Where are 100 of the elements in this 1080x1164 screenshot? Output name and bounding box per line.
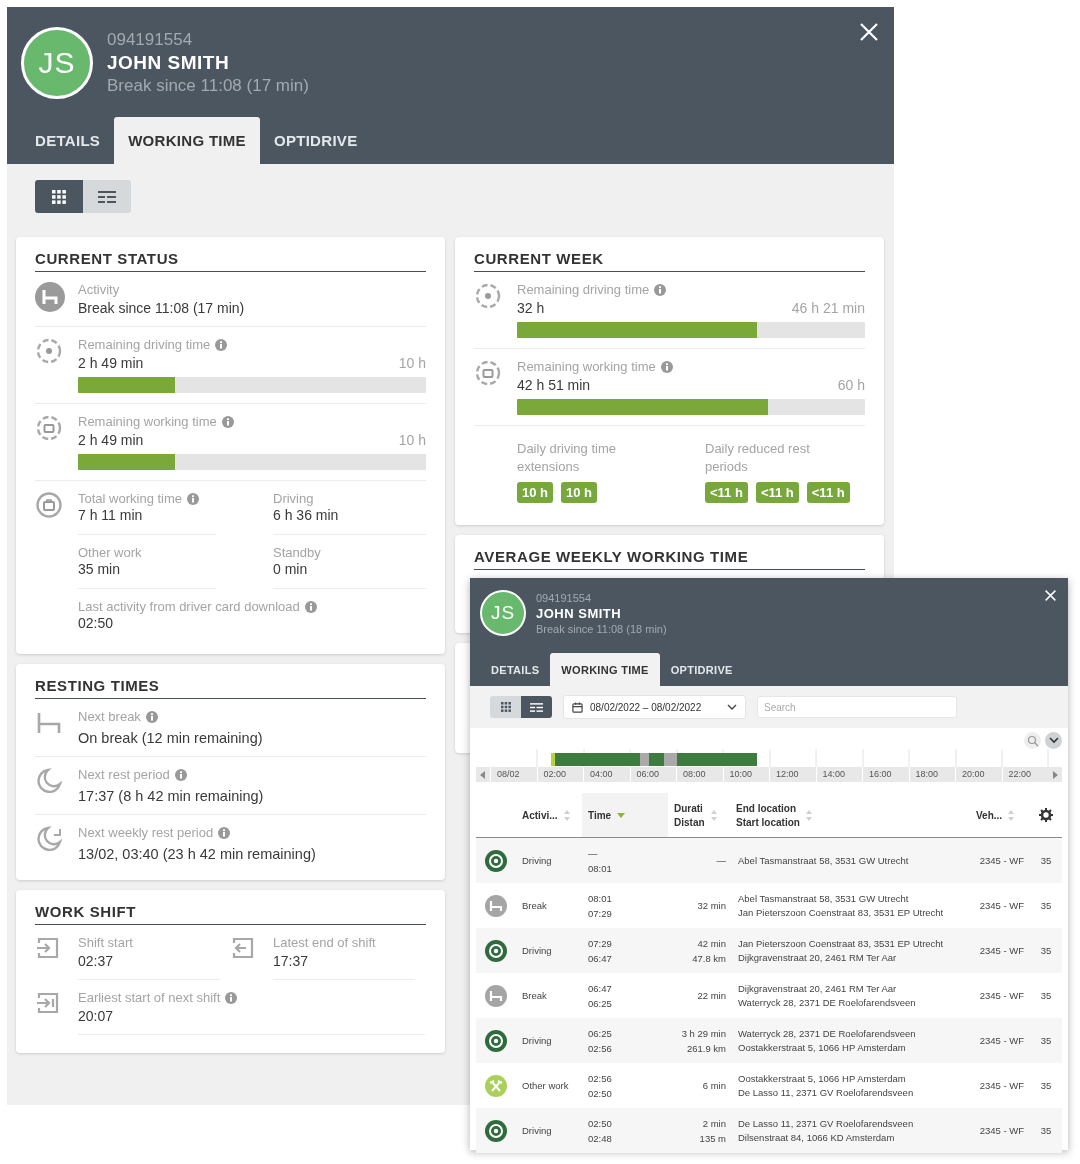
column-header[interactable]: Durati xyxy=(674,802,705,814)
collapse-button[interactable] xyxy=(1045,732,1062,749)
table-cell-text: 08:01 xyxy=(588,892,613,904)
column-header[interactable]: Distan xyxy=(674,816,705,828)
table-cell-text: 02:48 xyxy=(588,1132,613,1144)
list-icon xyxy=(98,190,116,203)
grid-view-button[interactable] xyxy=(490,696,521,718)
table-cell-text: 2345 - WF xyxy=(978,945,1025,956)
table-cell: — xyxy=(716,855,726,866)
table-row[interactable]: Driving 07:29 06:47 42 min 47.8 km Jan Pieterszoon Coenstraat 83, 3531 EP Utrecht Dijkgravenstraat 20, 2461 RM Ter Aar 2345 - WF 35 xyxy=(476,928,1062,973)
table-cell-text: 02:50 xyxy=(588,1087,613,1099)
tab[interactable]: OPTIDRIVE xyxy=(259,117,372,164)
driver-id: 094191554 xyxy=(107,30,194,50)
table-row[interactable]: Driving — 08:01 — Abel Tasmanstraat 58, 3531 GW Utrecht 2345 - WF 35 xyxy=(476,838,1062,883)
table-cell-text: Jan Pieterszoon Coenstraat 83, 3531 EP Utrecht xyxy=(738,907,945,918)
column-header[interactable]: Time xyxy=(588,809,612,821)
date-range-dropdown[interactable]: 08/02/2022 – 08/02/2022 xyxy=(563,695,746,719)
axis-label: 04:00 xyxy=(583,767,630,782)
max-value: 46 h 21 min xyxy=(791,300,865,316)
bed-icon xyxy=(485,894,507,917)
steering-wheel-icon xyxy=(485,939,507,962)
field-label: Total working time xyxy=(78,491,183,506)
table-cell: 47.8 km xyxy=(692,952,726,964)
field-value: 02:37 xyxy=(78,953,115,969)
field-value: 13/02, 03:40 (23 h 42 min remaining) xyxy=(78,846,317,862)
table-cell-text: Driving xyxy=(521,945,553,956)
close-button[interactable] xyxy=(858,21,880,43)
field-value: On break (12 min remaining) xyxy=(78,730,264,746)
column-header[interactable]: Start location xyxy=(736,816,800,828)
max-value: 10 h xyxy=(398,355,426,371)
field-value: 32 h xyxy=(517,300,545,316)
exit-box-icon xyxy=(230,935,256,961)
column-header[interactable]: Activi... xyxy=(522,809,558,821)
calendar-icon xyxy=(572,701,583,713)
axis-label: 06:00 xyxy=(629,767,676,782)
field-label: Next break xyxy=(78,709,141,724)
tab[interactable]: WORKING TIME xyxy=(114,117,260,164)
field-label: Shift start xyxy=(78,935,133,950)
field-label: Remaining driving time xyxy=(517,282,650,297)
table-cell-text: 06:47 xyxy=(588,982,613,994)
tab[interactable]: DETAILS xyxy=(21,117,115,164)
tab[interactable]: DETAILS xyxy=(480,653,551,686)
table-cell-text: 35 xyxy=(1039,945,1053,956)
table-cell-text: 02:50 xyxy=(588,1117,613,1129)
briefcase-icon xyxy=(35,491,63,519)
table-cell-text: 06:25 xyxy=(588,1027,613,1039)
search-field[interactable]: Search xyxy=(757,696,957,718)
tab[interactable]: WORKING TIME xyxy=(550,653,660,686)
table-row[interactable]: Break 06:47 06:25 22 min Dijkgravenstraat 20, 2461 RM Ter Aar Waterryck 28, 2371 DE Roelofarendsveen 2345 - WF 35 xyxy=(476,973,1062,1018)
column-header[interactable]: End location xyxy=(736,802,800,814)
field-label: Activity xyxy=(78,282,120,297)
duration-tag: <11 h xyxy=(755,482,799,503)
table-cell-text: 35 xyxy=(1039,900,1053,911)
axis-label: 16:00 xyxy=(862,767,909,782)
bed-icon xyxy=(485,984,507,1007)
table-cell-text: 35 xyxy=(1039,1035,1053,1046)
steering-wheel-icon xyxy=(485,849,507,872)
chevron-down-icon xyxy=(727,703,737,711)
field-label: Last activity from driver card download xyxy=(78,599,300,614)
list-view-button[interactable] xyxy=(521,696,552,718)
table-row[interactable]: Other work 02:56 02:50 6 min Oostakkerstraat 5, 1066 HP Amsterdam De Lasso 11, 2371 GV Roelofarendsveen 2345 - WF 35 xyxy=(476,1063,1062,1108)
sorted-header-cell[interactable]: Time xyxy=(582,793,668,837)
info-icon xyxy=(225,991,238,1004)
table-cell-text: 35 xyxy=(1039,990,1053,1001)
steering-wheel-icon xyxy=(485,1029,507,1052)
table-row[interactable]: Break 08:01 07:29 32 min Abel Tasmanstraat 58, 3531 GW Utrecht Jan Pieterszoon Coenstraat 83, 3531 EP Utrecht 2345 - WF 35 xyxy=(476,883,1062,928)
table-cell-text: Abel Tasmanstraat 58, 3531 GW Utrecht xyxy=(738,855,910,866)
table-cell: 3 h 29 min xyxy=(681,1027,726,1039)
axis-label: 08:00 xyxy=(676,767,723,782)
info-icon xyxy=(174,768,187,781)
steering-timer-icon xyxy=(35,337,63,365)
close-icon xyxy=(1045,590,1056,601)
grid-view-button[interactable] xyxy=(35,180,83,213)
field-value: 42 h 51 min xyxy=(517,377,591,393)
table-cell-text: 2345 - WF xyxy=(978,900,1025,911)
table-cell-text: De Lasso 11, 2371 GV Roelofarendsveen xyxy=(738,1118,915,1129)
tab[interactable]: OPTIDRIVE xyxy=(659,653,744,686)
briefcase-timer-icon xyxy=(474,359,502,387)
list-view-button[interactable] xyxy=(83,180,131,213)
field-value: 35 min xyxy=(78,561,121,577)
field-label: Remaining working time xyxy=(517,359,656,374)
field-value: 02:50 xyxy=(78,615,114,631)
info-icon xyxy=(218,826,231,839)
table-cell: 22 min xyxy=(697,990,726,1001)
column-header[interactable]: Veh... xyxy=(976,809,1003,821)
moon-arrow-icon xyxy=(35,825,63,853)
close-button[interactable] xyxy=(1043,588,1058,603)
table-cell: 2 min xyxy=(702,1117,726,1129)
driver-status: Break since 11:08 (18 min) xyxy=(536,622,667,635)
field-value: Break since 11:08 (17 min) xyxy=(78,300,246,316)
info-icon xyxy=(187,492,200,505)
table-row[interactable]: Driving 06:25 02:56 3 h 29 min 261.9 km Waterryck 28, 2371 DE Roelofarendsveen Oostakkerstraat 5, 1066 HP Amsterdam 2345 - WF 35 xyxy=(476,1018,1062,1063)
table-cell-text: Driving xyxy=(521,1125,553,1136)
bed-icon xyxy=(35,282,65,312)
table-cell-text: 2345 - WF xyxy=(978,1035,1025,1046)
table-cell-text: Oostakkerstraat 5, 1066 HP Amsterdam xyxy=(738,1042,907,1053)
field-value: 2 h 49 min xyxy=(78,432,144,448)
settings-icon[interactable] xyxy=(1039,808,1053,822)
table-row[interactable]: Driving 02:50 02:48 2 min 135 m De Lasso 11, 2371 GV Roelofarendsveen Dilsenstraat 84, 1066 KD Amsterdam 2345 - WF 35 xyxy=(476,1108,1062,1153)
field-value: 17:37 xyxy=(273,953,310,969)
